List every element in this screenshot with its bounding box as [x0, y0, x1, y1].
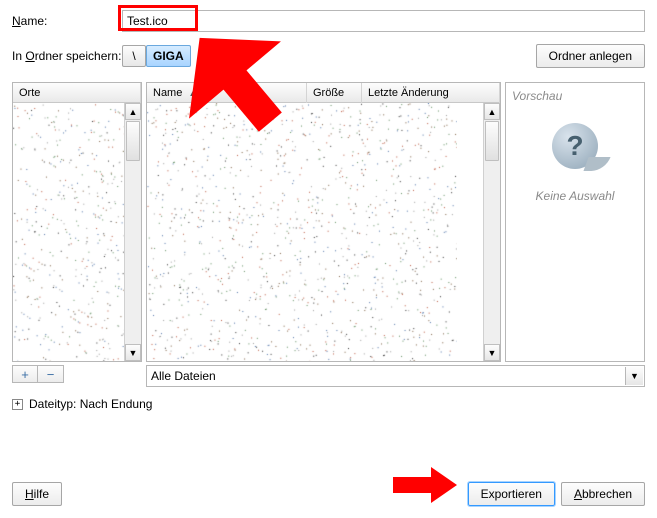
help-button[interactable]: Hilfe: [12, 482, 62, 506]
scroll-up-icon[interactable]: ▲: [125, 103, 141, 120]
places-panel: Orte ▲ ▼: [12, 82, 142, 362]
path-segment-root[interactable]: \: [122, 45, 146, 67]
question-mark-icon: ?: [552, 123, 598, 169]
places-scrollbar[interactable]: ▲ ▼: [124, 103, 141, 361]
dropdown-arrow-icon[interactable]: ▼: [625, 367, 643, 385]
files-scrollbar[interactable]: ▲ ▼: [483, 103, 500, 361]
files-list[interactable]: [147, 103, 483, 361]
scroll-thumb[interactable]: [126, 121, 140, 161]
filetype-expander[interactable]: + Dateityp: Nach Endung: [12, 397, 645, 411]
preview-panel: Vorschau ? Keine Auswahl: [505, 82, 645, 362]
preview-title: Vorschau: [512, 89, 638, 103]
files-panel: Name ▲ Größe Letzte Änderung ▲ ▼: [146, 82, 501, 362]
expander-plus-icon: +: [12, 399, 23, 410]
places-list[interactable]: [13, 103, 124, 361]
column-modified[interactable]: Letzte Änderung: [362, 83, 500, 103]
column-size[interactable]: Größe: [307, 83, 362, 103]
name-label: Name:: [12, 14, 122, 28]
file-type-filter[interactable]: Alle Dateien ▼: [146, 365, 645, 387]
path-segment-current[interactable]: GIGA: [146, 45, 191, 67]
scroll-up-icon[interactable]: ▲: [484, 103, 500, 120]
places-header[interactable]: Orte: [13, 83, 141, 103]
scroll-down-icon[interactable]: ▼: [484, 344, 500, 361]
filename-input[interactable]: [122, 10, 645, 32]
column-name[interactable]: Name ▲: [147, 83, 307, 103]
add-place-button[interactable]: +: [12, 365, 38, 383]
preview-empty-message: Keine Auswahl: [512, 189, 638, 203]
export-button[interactable]: Exportieren: [468, 482, 555, 506]
scroll-thumb[interactable]: [485, 121, 499, 161]
scroll-down-icon[interactable]: ▼: [125, 344, 141, 361]
sort-asc-icon: ▲: [188, 83, 197, 103]
create-folder-button[interactable]: Ordner anlegen: [536, 44, 645, 68]
remove-place-button[interactable]: −: [38, 365, 64, 383]
save-in-folder-label: In Ordner speichern:: [12, 49, 122, 63]
cancel-button[interactable]: Abbrechen: [561, 482, 645, 506]
